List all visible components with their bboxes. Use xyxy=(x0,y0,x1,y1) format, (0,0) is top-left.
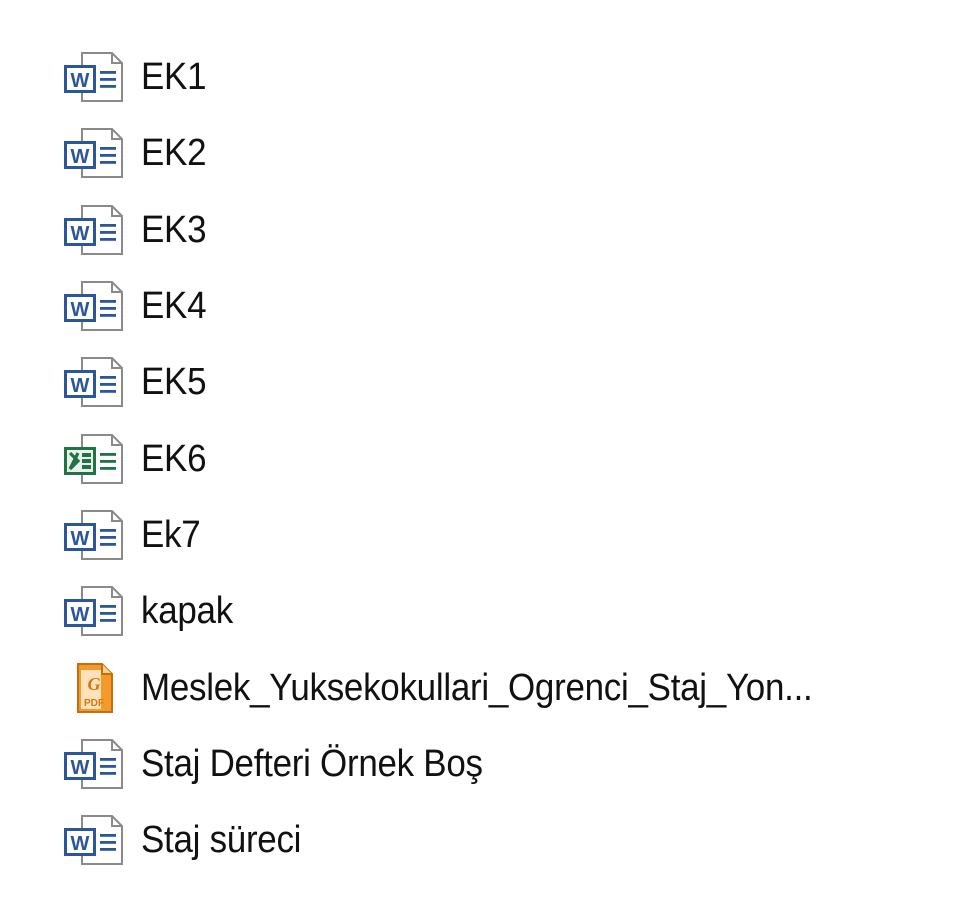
file-name: Staj Defteri Örnek Boş xyxy=(141,742,483,785)
svg-text:W: W xyxy=(71,833,90,855)
file-name: Meslek_Yuksekokullari_Ogrenci_Staj_Yon..… xyxy=(141,666,813,709)
file-name: EK2 xyxy=(141,132,207,175)
word-doc-icon: W xyxy=(64,281,123,332)
word-doc-icon: W xyxy=(64,357,123,408)
svg-text:W: W xyxy=(71,146,90,168)
file-item-staj-defteri[interactable]: W Staj Defteri Örnek Boş xyxy=(62,726,952,802)
file-item-staj-sureci[interactable]: W Staj süreci xyxy=(62,802,952,878)
word-doc-icon: W xyxy=(64,204,123,255)
file-item-ek1[interactable]: W EK1 xyxy=(62,39,952,115)
svg-text:W: W xyxy=(71,375,90,397)
svg-text:W: W xyxy=(71,223,90,245)
word-doc-icon: W xyxy=(64,738,123,789)
file-name: EK4 xyxy=(141,285,207,328)
file-name: EK3 xyxy=(141,208,207,251)
file-item-ek4[interactable]: W EK4 xyxy=(62,268,952,344)
file-name: Staj süreci xyxy=(141,819,302,862)
file-list: W EK1 W EK2 W EK3 W EK4 W EK5 EK6 W Ek7 … xyxy=(62,39,952,878)
file-name: EK1 xyxy=(141,56,207,99)
word-doc-icon: W xyxy=(64,52,123,103)
word-doc-icon: W xyxy=(64,586,123,637)
svg-text:PDF: PDF xyxy=(84,698,104,709)
svg-text:W: W xyxy=(71,604,90,626)
file-item-ek6[interactable]: EK6 xyxy=(62,420,952,496)
svg-text:G: G xyxy=(88,674,101,694)
file-name: EK5 xyxy=(141,361,207,404)
word-doc-icon: W xyxy=(64,815,123,866)
file-item-ek2[interactable]: W EK2 xyxy=(62,115,952,191)
svg-text:W: W xyxy=(71,70,90,92)
pdf-icon: G PDF xyxy=(77,662,113,713)
file-item-meslek-pdf[interactable]: G PDF Meslek_Yuksekokullari_Ogrenci_Staj… xyxy=(62,649,952,725)
file-name: kapak xyxy=(141,590,233,633)
excel-sheet-icon xyxy=(64,433,123,484)
svg-text:W: W xyxy=(71,299,90,321)
word-doc-icon: W xyxy=(64,128,123,179)
svg-text:W: W xyxy=(71,757,90,779)
file-item-kapak[interactable]: W kapak xyxy=(62,573,952,649)
word-doc-icon: W xyxy=(64,509,123,560)
file-item-ek5[interactable]: W EK5 xyxy=(62,344,952,420)
file-name: EK6 xyxy=(141,437,207,480)
file-item-ek7[interactable]: W Ek7 xyxy=(62,497,952,573)
file-item-ek3[interactable]: W EK3 xyxy=(62,192,952,268)
svg-text:W: W xyxy=(71,528,90,550)
file-name: Ek7 xyxy=(141,513,201,556)
